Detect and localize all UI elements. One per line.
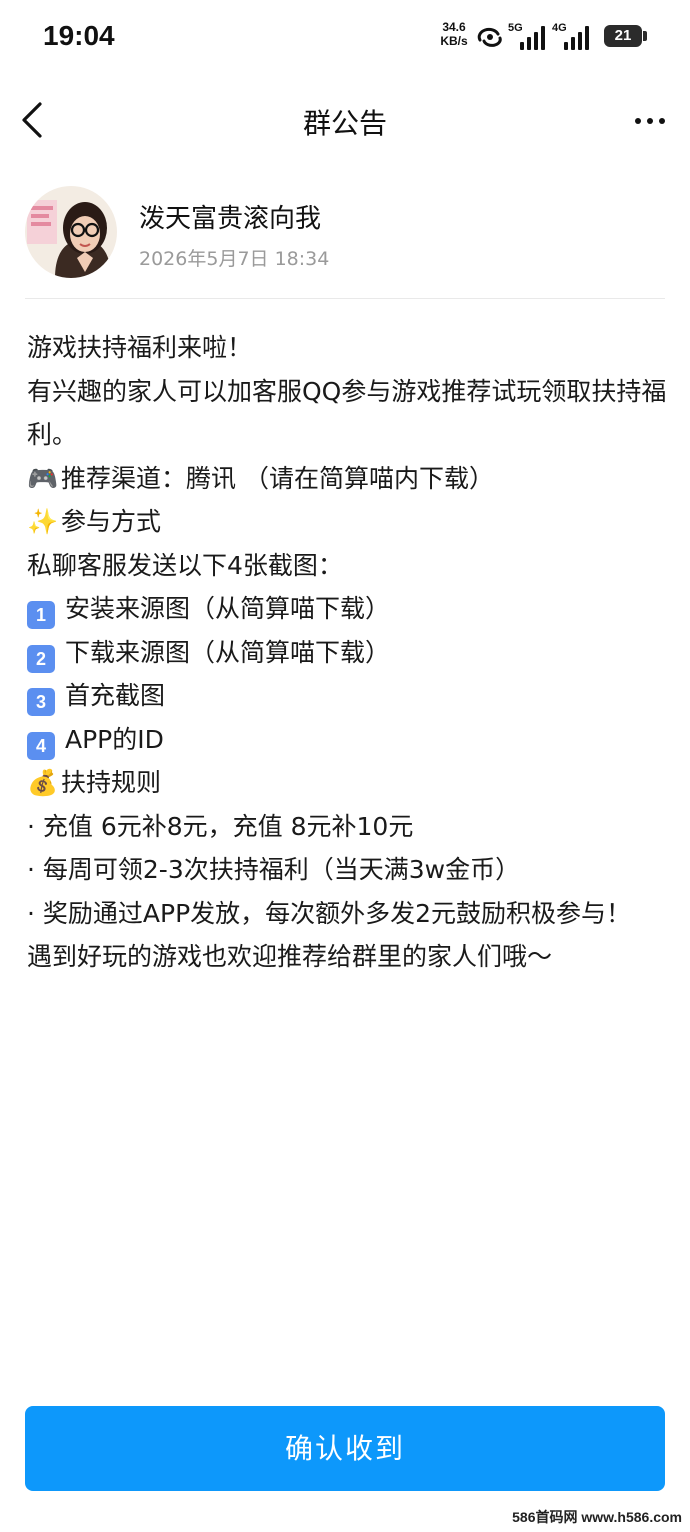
divider [25, 298, 665, 299]
author-name[interactable]: 泼天富贵滚向我 [139, 198, 321, 235]
status-bar: 19:04 34.6 KB/s 5G 4G 21 [0, 0, 690, 78]
notice-line: 4 APP的ID [27, 718, 667, 762]
site-watermark: 586首码网 www.h586.com [512, 1509, 682, 1525]
notice-line: · 充值 6元补8元，充值 8元补10元 [27, 811, 414, 841]
notice-line: · 奖励通过APP发放，每次额外多发2元鼓励积极参与！ [27, 898, 632, 928]
battery-tip [643, 31, 647, 41]
game-controller-icon: 🎮 [27, 463, 59, 493]
notice-line: 有兴趣的家人可以加客服QQ参与游戏推荐试玩领取扶持福利。 [27, 376, 667, 450]
notice-line-text: 推荐渠道：腾讯 （请在简算喵内下载） [61, 463, 494, 493]
signal-4g-icon: 4G [552, 22, 596, 50]
network-speed: 34.6 KB/s [437, 20, 471, 48]
post-time: 2026年5月7日 18:34 [139, 248, 330, 270]
notice-line-text: 下载来源图（从简算喵下载） [65, 637, 391, 667]
money-bag-icon: 💰 [27, 768, 59, 797]
network-speed-unit: KB/s [440, 34, 468, 48]
hd-voice-icon [477, 27, 502, 47]
avatar[interactable] [25, 186, 117, 278]
announcement-screen: 19:04 34.6 KB/s 5G 4G 21 群公告 泼天富贵滚向我 202… [0, 0, 690, 1532]
notice-line-text: 首充截图 [65, 681, 166, 710]
notice-content: 游戏扶持福利来啦！ 有兴趣的家人可以加客服QQ参与游戏推荐试玩领取扶持福利。 🎮… [27, 326, 667, 979]
notice-line: · 每周可领2-3次扶持福利（当天满3w金币） [27, 855, 521, 884]
signal-5g-bars [520, 26, 545, 50]
notice-line: 私聊客服发送以下4张截图： [27, 550, 343, 580]
keycap-one-icon: 1 [27, 601, 55, 629]
notice-line-text: 扶持规则 [61, 768, 162, 797]
notice-line-text: 安装来源图（从简算喵下载） [65, 594, 391, 623]
network-speed-value: 34.6 [442, 20, 466, 34]
signal-4g-bars [564, 26, 589, 50]
chevron-left-icon[interactable] [16, 98, 56, 142]
keycap-two-icon: 2 [27, 644, 55, 673]
keycap-three-icon: 3 [27, 688, 55, 716]
author-info: 泼天富贵滚向我 2026年5月7日 18:34 [25, 186, 665, 286]
nav-bar: 群公告 [0, 88, 690, 154]
notice-line-text: 参与方式 [61, 507, 162, 536]
more-dots-icon[interactable] [628, 106, 672, 136]
status-time: 19:04 [43, 20, 115, 51]
notice-line: 遇到好玩的游戏也欢迎推荐给群里的家人们哦～ [27, 942, 553, 971]
notice-line: ✨ 参与方式 [27, 500, 667, 544]
sparkles-icon: ✨ [27, 507, 59, 536]
battery-icon: 21 [604, 25, 642, 47]
notice-line: 💰 扶持规则 [27, 761, 667, 805]
page-title: 群公告 [302, 107, 387, 140]
keycap-four-icon: 4 [27, 731, 55, 760]
signal-5g-icon: 5G [508, 22, 552, 50]
notice-line: 2 下载来源图（从简算喵下载） [27, 631, 667, 675]
confirm-received-button[interactable]: 确认收到 [25, 1406, 665, 1491]
notice-line: 🎮 推荐渠道：腾讯 （请在简算喵内下载） [27, 457, 667, 501]
notice-line: 3 首充截图 [27, 674, 667, 718]
notice-line-text: APP的ID [65, 724, 164, 754]
notice-line: 游戏扶持福利来啦！ [27, 333, 253, 362]
notice-line: 1 安装来源图（从简算喵下载） [27, 587, 667, 631]
